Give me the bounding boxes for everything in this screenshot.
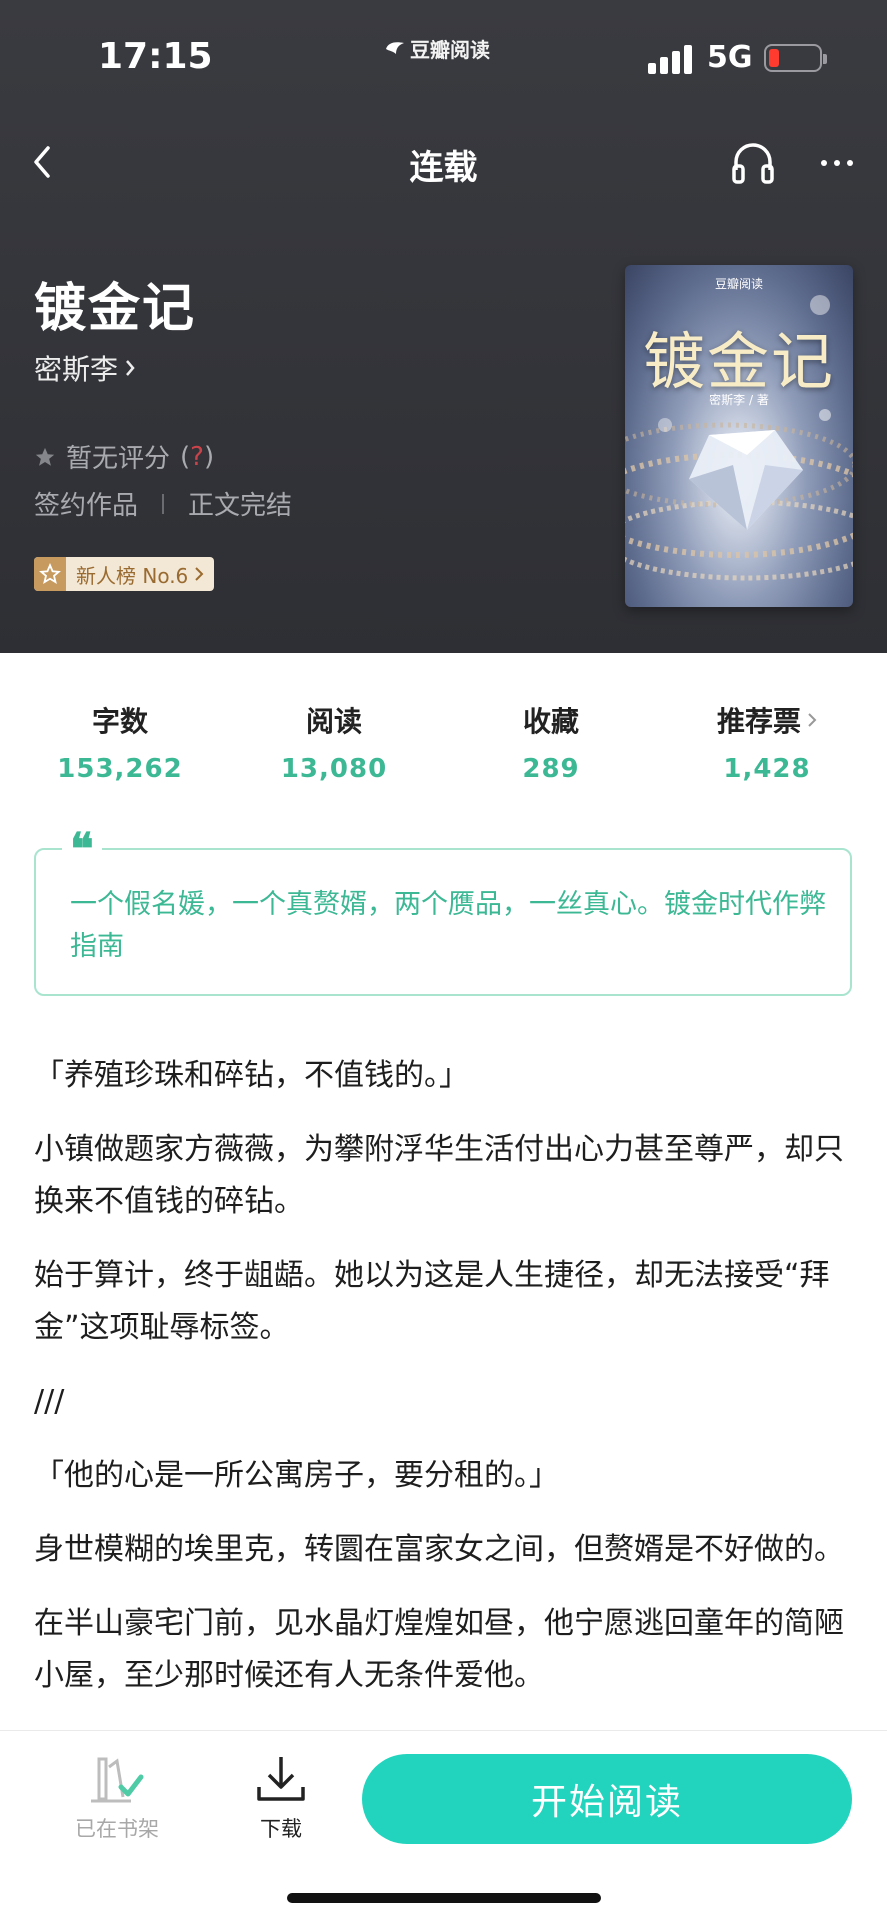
stat-label: 阅读: [305, 705, 362, 738]
divider: [162, 493, 165, 514]
douban-read-icon: [386, 41, 404, 54]
signal-icon: [648, 44, 694, 74]
quote-icon: ❝: [62, 828, 102, 872]
chevron-right-icon: [808, 713, 817, 727]
rating-help-button[interactable]: (?): [180, 442, 214, 472]
chevron-right-icon: [195, 567, 204, 581]
cover-brand: 豆瓣阅读: [714, 277, 763, 291]
intro-paragraph: 小镇做题家方薇薇，为攀附浮华生活付出心力甚至尊严，却只换来不值钱的碎钻。: [34, 1132, 844, 1219]
intro-paragraph: 身世模糊的埃里克，转圜在富家女之间，但赘婿是不好做的。: [34, 1532, 844, 1567]
tagline-text: 一个假名媛，一个真赘婿，两个赝品，一丝真心。镀金时代作弊指南: [70, 889, 826, 962]
book-stats: 字数 153,262 阅读 13,080 收藏 289 推荐票 1,428: [0, 700, 887, 790]
intro-paragraph: 始于算计，终于龃龉。她以为这是人生捷径，却无法接受“拜金”这项耻辱标签。: [34, 1258, 830, 1345]
stat-value: 1,428: [723, 754, 811, 784]
intro-paragraph: 「养殖珍珠和碎钻，不值钱的。」: [34, 1058, 469, 1093]
network-label: 5G: [707, 40, 753, 75]
bookshelf-label: 已在书架: [75, 1817, 159, 1841]
stat-label: 字数: [91, 705, 148, 738]
status-bar: 17:15 豆瓣阅读 5G: [0, 0, 887, 118]
cover-author: 密斯李 / 著: [709, 393, 769, 407]
start-reading-button[interactable]: 开始阅读: [362, 1754, 852, 1844]
rank-badge[interactable]: 新人榜 No.6: [34, 557, 215, 591]
book-cover[interactable]: 豆瓣阅读 镀金记 密斯李 / 著: [625, 265, 853, 607]
tag-signed: 签约作品: [34, 491, 139, 521]
book-intro: 「养殖珍珠和碎钻，不值钱的。」 小镇做题家方薇薇，为攀附浮华生活付出心力甚至尊严…: [34, 1050, 854, 1724]
download-label: 下载: [260, 1817, 302, 1841]
intro-paragraph: 在半山豪宅门前，见水晶灯煌煌如昼，他宁愿逃回童年的简陋小屋，至少那时候还有人无条…: [34, 1606, 844, 1693]
bottom-action-bar: 已在书架 下载 开始阅读: [0, 1730, 887, 1920]
bookshelf-check-icon: [91, 1757, 144, 1803]
stat-value: 289: [522, 754, 580, 784]
star-outline-icon: [34, 557, 66, 591]
rating-text: 暂无评分: [66, 444, 171, 474]
stat-value: 153,262: [57, 754, 183, 784]
more-button[interactable]: [812, 138, 862, 188]
app-brand: 豆瓣阅读: [384, 34, 490, 63]
stat-recommend-votes[interactable]: 推荐票 1,428: [667, 700, 867, 784]
tagline-box: ❝ 一个假名媛，一个真赘婿，两个赝品，一丝真心。镀金时代作弊指南: [34, 828, 852, 996]
cover-title: 镀金记: [642, 325, 835, 398]
app-brand-label: 豆瓣阅读: [410, 38, 490, 62]
download-icon: [257, 1757, 305, 1801]
stat-reads: 阅读 13,080: [234, 700, 434, 784]
book-header: 17:15 豆瓣阅读 5G 连载 镀金记 密斯李 暂无评分 (?) 签约作品 正…: [0, 0, 887, 653]
status-time: 17:15: [98, 36, 213, 77]
tag-status: 正文完结: [188, 491, 293, 521]
stat-label: 收藏: [522, 705, 579, 738]
stat-label: 推荐票: [716, 705, 801, 738]
chevron-right-icon: [126, 360, 135, 376]
star-icon: [35, 447, 55, 466]
book-title: 镀金记: [34, 279, 197, 339]
more-dots-icon: [821, 160, 827, 166]
home-indicator[interactable]: [287, 1893, 601, 1903]
rank-badge-label: 新人榜 No.6: [76, 563, 189, 588]
book-tags: 签约作品 正文完结: [34, 485, 292, 522]
stat-favorites: 收藏 289: [451, 700, 651, 784]
rating: 暂无评分 (?): [34, 438, 214, 475]
download-button[interactable]: 下载: [226, 1753, 336, 1843]
stat-value: 13,080: [280, 754, 388, 784]
author-link[interactable]: 密斯李: [34, 348, 136, 388]
battery-icon: [764, 44, 827, 72]
bookshelf-button[interactable]: 已在书架: [62, 1753, 172, 1843]
stat-word-count: 字数 153,262: [20, 700, 220, 784]
author-name: 密斯李: [34, 353, 119, 386]
headphones-icon: [732, 143, 774, 184]
intro-paragraph: ///: [34, 1384, 65, 1419]
audiobook-button[interactable]: [728, 138, 778, 188]
intro-paragraph: 「他的心是一所公寓房子，要分租的。」: [34, 1458, 559, 1493]
